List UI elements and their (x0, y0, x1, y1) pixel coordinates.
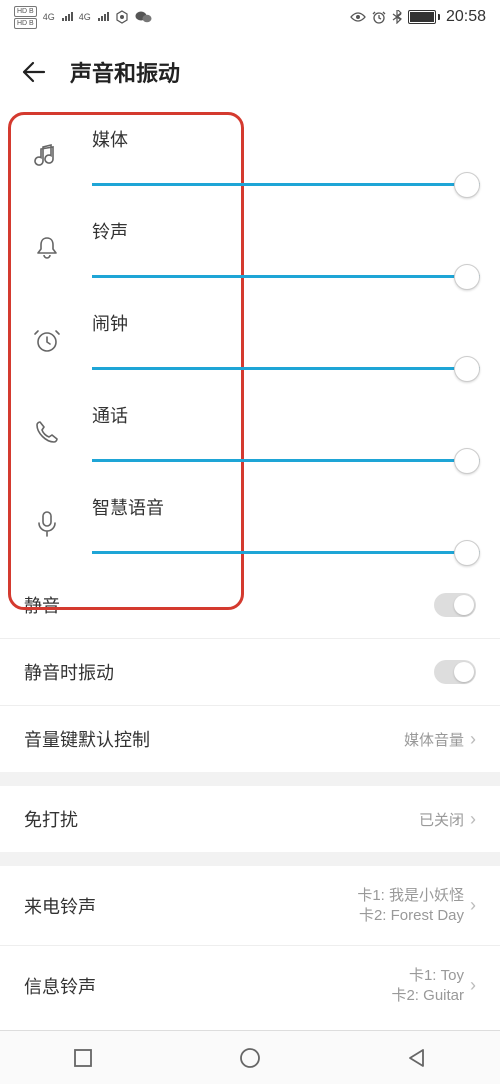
row-value: 媒体音量 (404, 729, 464, 750)
phone-icon (30, 402, 64, 462)
ringtone-volume-slider[interactable] (92, 264, 480, 290)
slider-label: 媒体 (92, 126, 480, 152)
row-label: 来电铃声 (24, 893, 96, 919)
chevron-right-icon: › (470, 729, 476, 750)
mute-toggle[interactable] (434, 593, 476, 617)
status-right: 20:58 (350, 8, 486, 26)
slider-thumb[interactable] (454, 264, 480, 290)
eye-icon (350, 11, 366, 23)
row-label: 静音时振动 (24, 659, 114, 685)
chevron-right-icon: › (470, 975, 476, 996)
section-divider (0, 772, 500, 786)
row-incoming-ringtone[interactable]: 来电铃声 卡1: 我是小妖怪 卡2: Forest Day › (0, 866, 500, 946)
nav-home-button[interactable] (239, 1047, 261, 1069)
slider-thumb[interactable] (454, 448, 480, 474)
alarm-status-icon (372, 10, 386, 24)
row-label: 信息铃声 (24, 973, 96, 999)
slider-thumb[interactable] (454, 356, 480, 382)
slider-row-alarm: 闹钟 (20, 296, 480, 388)
slider-row-voice: 智慧语音 (20, 480, 480, 572)
signal-4g-1: 4G (43, 12, 55, 22)
alarm-clock-icon (30, 310, 64, 370)
triangle-left-icon (406, 1047, 428, 1069)
voice-volume-slider[interactable] (92, 540, 480, 566)
hd-badge-1: HD B (14, 6, 37, 17)
row-value-line2: 卡2: Guitar (391, 986, 464, 1006)
system-nav-bar (0, 1030, 500, 1084)
media-volume-slider[interactable] (92, 172, 480, 198)
signal-bars-icon-2 (97, 12, 109, 22)
slider-label: 智慧语音 (92, 494, 480, 520)
row-volume-key-default[interactable]: 音量键默认控制 媒体音量 › (0, 706, 500, 772)
row-vibrate-on-mute[interactable]: 静音时振动 (0, 639, 500, 706)
hex-icon (115, 10, 129, 24)
chevron-right-icon: › (470, 809, 476, 830)
slider-thumb[interactable] (454, 540, 480, 566)
bluetooth-icon (392, 10, 402, 24)
slider-row-media: 媒体 (20, 112, 480, 204)
status-time: 20:58 (446, 8, 486, 26)
row-value: 已关闭 (419, 809, 464, 830)
wechat-icon (135, 10, 153, 24)
slider-thumb[interactable] (454, 172, 480, 198)
back-button[interactable] (20, 58, 48, 86)
call-volume-slider[interactable] (92, 448, 480, 474)
signal-bars-icon (61, 12, 73, 22)
slider-row-ringtone: 铃声 (20, 204, 480, 296)
music-note-icon (30, 126, 64, 186)
arrow-left-icon (21, 59, 47, 85)
status-left: HD B HD B 4G 4G (14, 6, 153, 29)
slider-label: 通话 (92, 402, 480, 428)
battery-icon (408, 10, 440, 24)
circle-icon (239, 1047, 261, 1069)
hd-badge-2: HD B (14, 18, 37, 29)
alarm-volume-slider[interactable] (92, 356, 480, 382)
row-value-line1: 卡1: Toy (391, 966, 464, 986)
row-label: 静音 (24, 592, 60, 618)
header: 声音和振动 (0, 34, 500, 106)
chevron-right-icon: › (470, 895, 476, 916)
section-divider (0, 852, 500, 866)
nav-back-button[interactable] (406, 1047, 428, 1069)
microphone-icon (30, 494, 64, 554)
row-mute[interactable]: 静音 (0, 572, 500, 639)
slider-row-call: 通话 (20, 388, 480, 480)
row-label: 音量键默认控制 (24, 726, 150, 752)
row-message-tone[interactable]: 信息铃声 卡1: Toy 卡2: Guitar › (0, 946, 500, 1025)
vibrate-toggle[interactable] (434, 660, 476, 684)
row-value-line2: 卡2: Forest Day (357, 906, 464, 926)
status-bar: HD B HD B 4G 4G 20:58 (0, 0, 500, 34)
square-icon (72, 1047, 94, 1069)
signal-4g-2: 4G (79, 12, 91, 22)
volume-sliders-section: 媒体 铃声 闹钟 (0, 106, 500, 572)
nav-recent-button[interactable] (72, 1047, 94, 1069)
row-label: 免打扰 (24, 806, 78, 832)
page-title: 声音和振动 (70, 56, 180, 88)
slider-label: 铃声 (92, 218, 480, 244)
bell-icon (30, 218, 64, 278)
row-value-line1: 卡1: 我是小妖怪 (357, 886, 464, 906)
slider-label: 闹钟 (92, 310, 480, 336)
row-dnd[interactable]: 免打扰 已关闭 › (0, 786, 500, 852)
